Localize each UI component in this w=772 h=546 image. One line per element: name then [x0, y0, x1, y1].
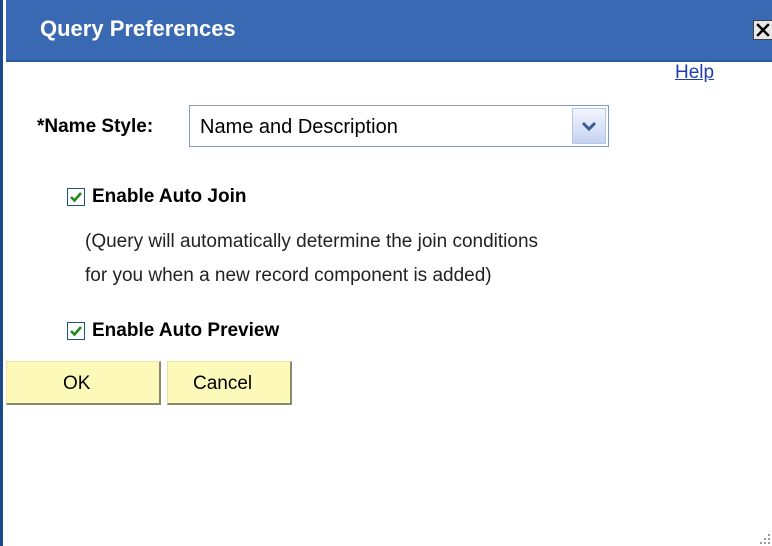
ok-button-label: OK: [63, 373, 91, 394]
cancel-button[interactable]: Cancel: [167, 361, 292, 405]
chevron-down-icon: [581, 121, 597, 132]
name-style-select[interactable]: Name and Description: [189, 105, 609, 147]
query-preferences-dialog: Query Preferences Help *Name Style: Name…: [0, 0, 772, 546]
checkmark-icon: [70, 326, 82, 337]
auto-join-note-line1: (Query will automatically determine the …: [85, 231, 539, 252]
enable-auto-preview-checkbox[interactable]: [67, 322, 85, 340]
enable-auto-join-label: Enable Auto Join: [92, 186, 247, 207]
dropdown-arrow-button[interactable]: [572, 108, 606, 144]
name-style-value: Name and Description: [200, 116, 398, 138]
help-link[interactable]: Help: [675, 62, 714, 84]
ok-button[interactable]: OK: [6, 361, 161, 405]
checkmark-icon: [70, 192, 82, 203]
name-style-label: *Name Style:: [37, 116, 154, 137]
dialog-titlebar[interactable]: Query Preferences: [6, 0, 772, 62]
resize-grip-icon[interactable]: [756, 530, 772, 546]
enable-auto-join-checkbox[interactable]: [67, 188, 85, 206]
close-icon: [756, 23, 770, 37]
close-button[interactable]: [753, 20, 772, 40]
enable-auto-preview-label: Enable Auto Preview: [92, 320, 280, 341]
dialog-title: Query Preferences: [40, 16, 236, 41]
cancel-button-label: Cancel: [193, 373, 253, 394]
auto-join-note-line2: for you when a new record component is a…: [85, 265, 492, 286]
